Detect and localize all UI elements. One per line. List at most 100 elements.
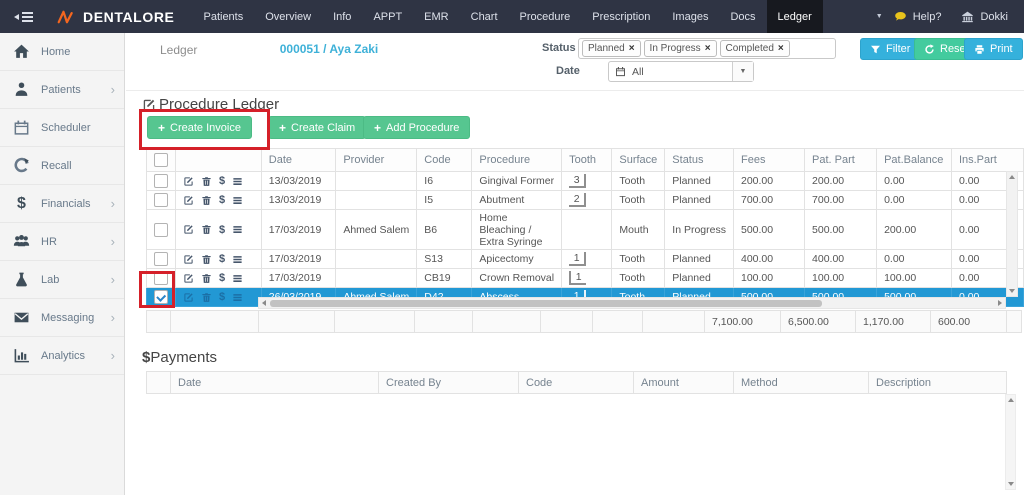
delete-icon[interactable]	[201, 254, 212, 265]
cell-fees: 200.00	[734, 172, 805, 191]
print-button[interactable]: Print	[964, 38, 1023, 60]
scroll-up-arrow[interactable]	[1008, 398, 1014, 402]
sidebar-item-analytics[interactable]: Analytics ›	[0, 337, 124, 375]
edit-icon[interactable]	[183, 292, 194, 303]
sidebar-item-label: Lab	[41, 274, 59, 286]
nav-item-appt[interactable]: APPT	[362, 0, 413, 33]
sidebar-item-financials[interactable]: $ Financials ›	[0, 185, 124, 223]
scroll-up-arrow[interactable]	[1009, 175, 1015, 179]
invoice-icon[interactable]	[232, 273, 243, 284]
date-filter-select[interactable]: All ▼	[608, 61, 754, 82]
patient-link[interactable]: 000051 / Aya Zaki	[244, 42, 414, 56]
create-invoice-button[interactable]: + Create Invoice	[147, 116, 252, 139]
remove-tag-icon[interactable]: ×	[705, 43, 711, 54]
table-row[interactable]: $ 13/03/2019 I6 Gingival Former 3 Tooth …	[147, 172, 1024, 191]
caret-down-icon: ▼	[876, 13, 883, 20]
plus-icon: +	[279, 121, 286, 135]
nav-item-prescription[interactable]: Prescription	[581, 0, 661, 33]
table-row[interactable]: $ 13/03/2019 I5 Abutment 2 Tooth Planned…	[147, 191, 1024, 210]
row-checkbox[interactable]	[154, 193, 168, 207]
nav-item-overview[interactable]: Overview	[254, 0, 322, 33]
payment-icon[interactable]: $	[219, 272, 225, 284]
select-all-checkbox[interactable]	[154, 153, 168, 167]
payments-vertical-scrollbar[interactable]	[1005, 394, 1016, 490]
hamburger-icon	[22, 10, 33, 24]
edit-icon[interactable]	[183, 176, 194, 187]
cell-pat-balance: 0.00	[877, 250, 952, 269]
payments-header-row: Date Created By Code Amount Method Descr…	[147, 372, 1007, 394]
payment-icon[interactable]: $	[219, 253, 225, 265]
clinic-selector[interactable]: Dokki	[961, 10, 1008, 23]
actions-cell: $	[176, 191, 262, 210]
nav-more-dropdown[interactable]: ▼	[865, 0, 894, 33]
scroll-right-arrow[interactable]	[998, 300, 1002, 306]
edit-icon[interactable]	[183, 224, 194, 235]
scrollbar-thumb[interactable]	[270, 300, 822, 307]
delete-icon[interactable]	[201, 292, 212, 303]
cell-procedure: Home Bleaching / Extra Syringe	[472, 210, 562, 250]
sidebar-collapse-icon[interactable]	[14, 0, 33, 33]
payment-icon[interactable]: $	[219, 224, 225, 236]
col-ins-part: Ins.Part	[951, 149, 1023, 172]
help-button[interactable]: Help?	[894, 10, 942, 23]
nav-item-ledger[interactable]: Ledger	[767, 0, 823, 33]
payment-icon[interactable]: $	[219, 291, 225, 303]
sidebar-item-patients[interactable]: Patients ›	[0, 71, 124, 109]
table-row[interactable]: $ 17/03/2019 Ahmed Salem B6 Home Bleachi…	[147, 210, 1024, 250]
invoice-icon[interactable]	[232, 195, 243, 206]
scroll-down-arrow[interactable]	[1009, 289, 1015, 293]
pay-col-date: Date	[171, 372, 379, 394]
sidebar-item-scheduler[interactable]: Scheduler	[0, 109, 124, 147]
recall-refresh-icon	[13, 157, 30, 174]
horizontal-scrollbar[interactable]	[258, 297, 1006, 309]
payment-icon[interactable]: $	[219, 194, 225, 206]
calendar-icon	[615, 66, 626, 77]
nav-item-emr[interactable]: EMR	[413, 0, 459, 33]
row-checkbox[interactable]	[154, 223, 168, 237]
row-checkbox[interactable]	[154, 174, 168, 188]
scroll-down-arrow[interactable]	[1008, 482, 1014, 486]
delete-icon[interactable]	[201, 273, 212, 284]
create-claim-button[interactable]: + Create Claim	[268, 116, 366, 139]
nav-item-info[interactable]: Info	[322, 0, 362, 33]
remove-tag-icon[interactable]: ×	[629, 43, 635, 54]
delete-icon[interactable]	[201, 176, 212, 187]
edit-icon[interactable]	[183, 254, 194, 265]
sidebar-item-home[interactable]: Home	[0, 33, 124, 71]
row-checkbox[interactable]	[154, 252, 168, 266]
invoice-icon[interactable]	[232, 254, 243, 265]
sidebar-item-hr[interactable]: HR ›	[0, 223, 124, 261]
sidebar-item-label: Recall	[41, 160, 72, 172]
status-multiselect-input[interactable]: Planned × In Progress × Completed ×	[578, 38, 836, 59]
nav-item-images[interactable]: Images	[661, 0, 719, 33]
col-pat-part: Pat. Part	[805, 149, 877, 172]
nav-item-patients[interactable]: Patients	[192, 0, 254, 33]
nav-item-procedure[interactable]: Procedure	[509, 0, 582, 33]
sidebar-item-messaging[interactable]: Messaging ›	[0, 299, 124, 337]
filter-button[interactable]: Filter	[860, 38, 920, 60]
sidebar-item-lab[interactable]: Lab ›	[0, 261, 124, 299]
table-row[interactable]: $ 17/03/2019 CB19 Crown Removal 1 Tooth …	[147, 269, 1024, 288]
payment-icon[interactable]: $	[219, 175, 225, 187]
scroll-left-arrow[interactable]	[262, 300, 266, 306]
sidebar-item-recall[interactable]: Recall	[0, 147, 124, 185]
delete-icon[interactable]	[201, 195, 212, 206]
edit-icon[interactable]	[183, 195, 194, 206]
invoice-icon[interactable]	[232, 292, 243, 303]
select-caret-button[interactable]: ▼	[732, 62, 753, 81]
row-checkbox[interactable]	[154, 271, 168, 285]
invoice-icon[interactable]	[232, 224, 243, 235]
remove-tag-icon[interactable]: ×	[778, 43, 784, 54]
invoice-icon[interactable]	[232, 176, 243, 187]
cell-date: 13/03/2019	[261, 172, 336, 191]
delete-icon[interactable]	[201, 224, 212, 235]
table-row[interactable]: $ 17/03/2019 S13 Apicectomy 1 Tooth Plan…	[147, 250, 1024, 269]
nav-item-docs[interactable]: Docs	[719, 0, 766, 33]
edit-icon[interactable]	[183, 273, 194, 284]
pay-col-description: Description	[869, 372, 1007, 394]
vertical-scrollbar[interactable]	[1006, 171, 1018, 297]
row-checkbox-checked[interactable]	[154, 290, 168, 304]
nav-item-chart[interactable]: Chart	[460, 0, 509, 33]
add-procedure-button[interactable]: + Add Procedure	[363, 116, 470, 139]
app-logo[interactable]: DENTALORE	[57, 0, 174, 33]
